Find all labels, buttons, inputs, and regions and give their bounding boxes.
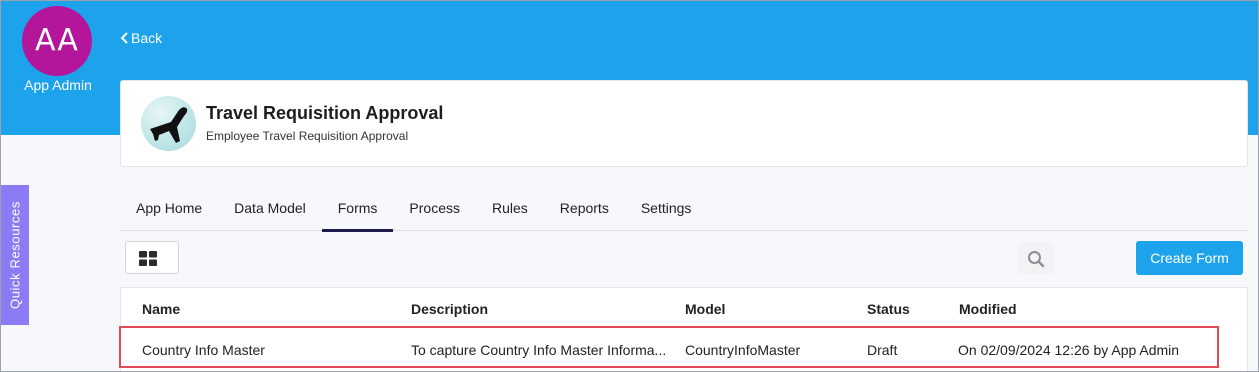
app-header-card: Travel Requisition Approval Employee Tra…	[120, 80, 1248, 167]
tab-app-home[interactable]: App Home	[120, 188, 218, 231]
forms-table: Name Description Model Status Modified C…	[119, 287, 1248, 372]
app-subtitle: Employee Travel Requisition Approval	[206, 129, 409, 143]
back-link[interactable]: Back	[120, 30, 162, 46]
chevron-left-icon	[120, 32, 128, 44]
tab-data-model[interactable]: Data Model	[218, 188, 322, 231]
column-header-name[interactable]: Name	[142, 301, 180, 317]
tab-settings[interactable]: Settings	[625, 188, 708, 231]
user-name: App Admin	[24, 77, 92, 93]
column-header-description[interactable]: Description	[411, 301, 488, 317]
grid-view-icon	[139, 251, 157, 266]
create-form-button[interactable]: Create Form	[1136, 241, 1243, 275]
airplane-icon	[141, 96, 196, 151]
app-title: Travel Requisition Approval	[206, 103, 444, 123]
cell-description: To capture Country Info Master Informa..…	[411, 342, 667, 358]
column-header-modified[interactable]: Modified	[959, 301, 1017, 317]
table-row[interactable]: Country Info Master To capture Country I…	[119, 326, 1219, 368]
cell-name[interactable]: Country Info Master	[142, 342, 265, 358]
column-header-status[interactable]: Status	[867, 301, 910, 317]
cell-modified: On 02/09/2024 12:26 by App Admin	[958, 342, 1180, 358]
quick-resources-label: Quick Resources	[7, 201, 23, 309]
cell-status: Draft	[867, 342, 898, 358]
column-header-model[interactable]: Model	[685, 301, 725, 317]
quick-resources-tab[interactable]: Quick Resources	[1, 185, 29, 325]
tab-bar: App Home Data Model Forms Process Rules …	[120, 188, 1248, 232]
tab-process[interactable]: Process	[393, 188, 476, 231]
tab-rules[interactable]: Rules	[476, 188, 544, 231]
cell-model: CountryInfoMaster	[685, 342, 801, 358]
search-icon	[1028, 251, 1045, 268]
back-label: Back	[131, 30, 163, 46]
search-button[interactable]	[1017, 242, 1055, 274]
tab-forms[interactable]: Forms	[321, 188, 394, 232]
tab-reports[interactable]: Reports	[544, 188, 625, 231]
view-toggle-button[interactable]	[125, 241, 179, 274]
user-avatar[interactable]: AA	[22, 6, 92, 76]
